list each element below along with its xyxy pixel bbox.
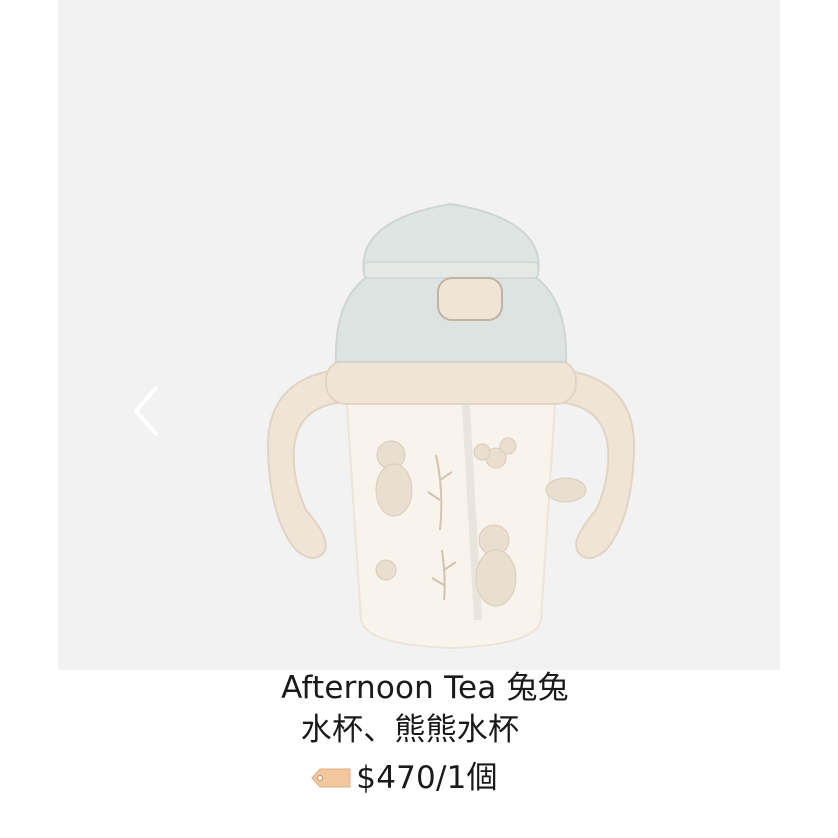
price-tag-icon (311, 768, 351, 788)
product-title-line2: 水杯、熊熊水杯 (300, 712, 520, 748)
sippy-cup-image (266, 202, 636, 650)
product-price: $470/1個 (356, 760, 498, 796)
product-image-card: Afternoon Tea 兔兔 水杯、熊熊水杯 $470/1個 (0, 0, 838, 838)
product-title-line1: Afternoon Tea 兔兔 (281, 670, 569, 706)
product-photo[interactable] (58, 0, 780, 670)
price-row: $470/1個 (0, 758, 838, 798)
chevron-left-icon[interactable] (126, 382, 166, 440)
